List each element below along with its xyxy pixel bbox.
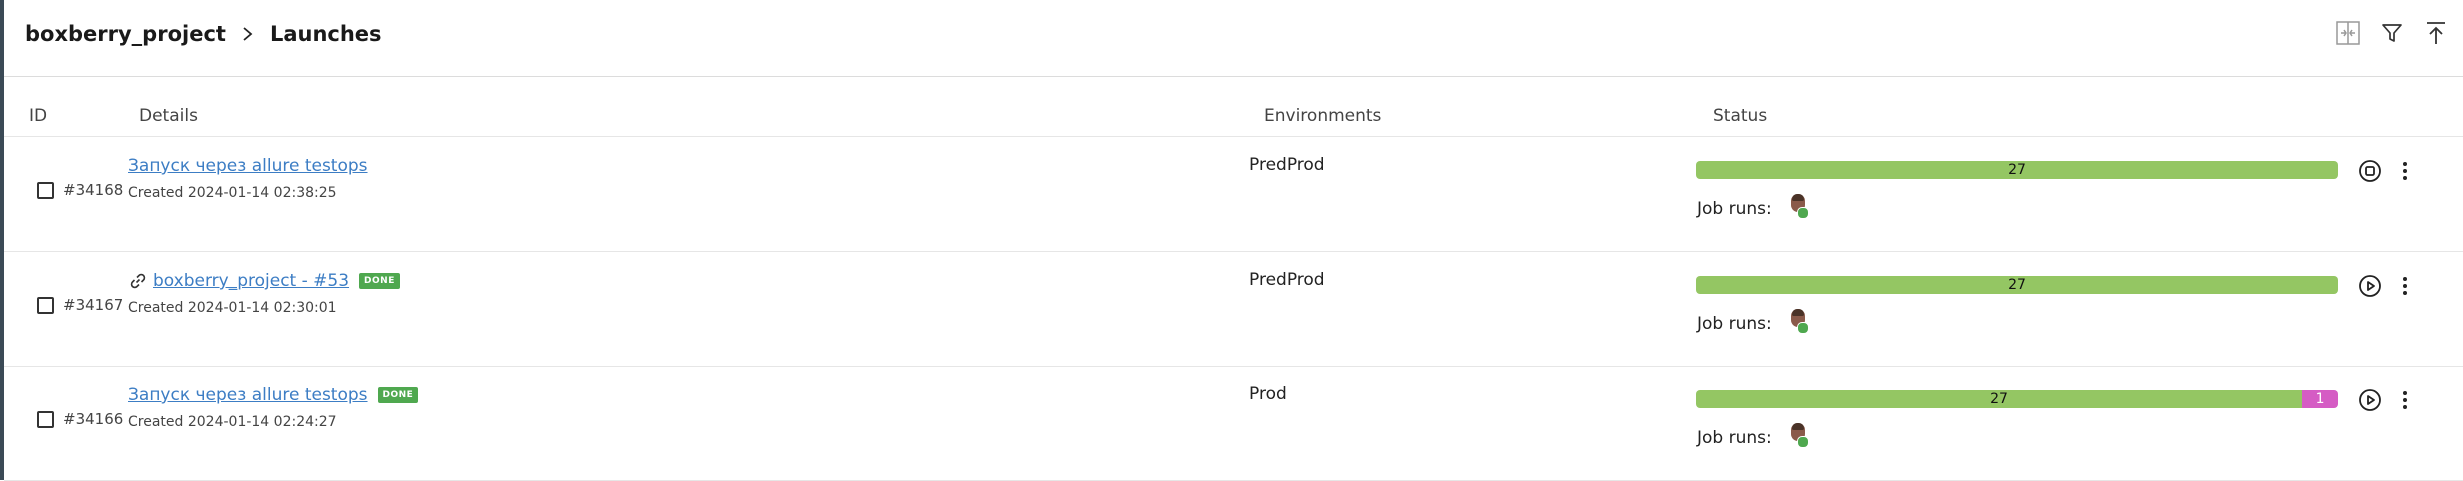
table-row[interactable]: #34166 Запуск через allure testops DONE … [4, 366, 2463, 481]
launch-environment: Prod [1249, 384, 1287, 404]
breadcrumb: boxberry_project Launches [25, 22, 382, 46]
chevron-right-icon [243, 27, 253, 41]
launch-id: #34167 [63, 296, 124, 314]
breadcrumb-project[interactable]: boxberry_project [25, 22, 226, 46]
status-bar[interactable]: 27 1 [1696, 390, 2338, 408]
row-checkbox[interactable] [37, 182, 54, 199]
collapse-up-icon [2427, 22, 2445, 44]
launch-name-link[interactable]: boxberry_project - #53 [153, 271, 349, 291]
play-icon [2359, 389, 2381, 411]
launch-title-line: Запуск через allure testops DONE [128, 385, 419, 405]
job-runs-label: Job runs: [1697, 199, 1772, 219]
passed-segment: 27 [1696, 390, 2303, 408]
passed-segment: 27 [1696, 276, 2338, 294]
passed-segment: 27 [1696, 161, 2338, 179]
job-runs-label: Job runs: [1697, 428, 1772, 448]
play-icon [2359, 275, 2381, 297]
launch-created: Created 2024-01-14 02:38:25 [128, 185, 337, 201]
status-badge: DONE [377, 387, 419, 403]
filter-button[interactable] [2375, 16, 2409, 50]
header-actions [2331, 16, 2463, 50]
more-vertical-icon [2403, 391, 2407, 409]
compare-button[interactable] [2331, 16, 2365, 50]
launch-created: Created 2024-01-14 02:24:27 [128, 414, 337, 430]
launch-title-line: boxberry_project - #53 DONE [128, 271, 400, 291]
stop-icon [2359, 160, 2381, 182]
row-checkbox[interactable] [37, 297, 54, 314]
rerun-launch-button[interactable] [2358, 388, 2382, 412]
breadcrumb-current: Launches [269, 22, 382, 46]
more-vertical-icon [2403, 162, 2407, 180]
job-runs-label: Job runs: [1697, 314, 1772, 334]
launch-environment: PredProd [1249, 155, 1325, 175]
launch-id: #34168 [63, 181, 124, 199]
compare-icon [2336, 21, 2360, 45]
status-bar[interactable]: 27 [1696, 276, 2338, 294]
column-header-status[interactable]: Status [1713, 106, 1767, 126]
link-icon [130, 273, 146, 289]
avatar[interactable] [1789, 423, 1809, 448]
column-header-environments[interactable]: Environments [1264, 106, 1381, 126]
more-options-button[interactable] [2397, 388, 2413, 412]
avatar[interactable] [1789, 194, 1809, 219]
stop-launch-button[interactable] [2358, 159, 2382, 183]
row-checkbox[interactable] [37, 411, 54, 428]
failed-segment: 1 [2302, 390, 2338, 408]
launch-name-link[interactable]: Запуск через allure testops [128, 156, 368, 176]
avatar[interactable] [1789, 309, 1809, 334]
launch-environment: PredProd [1249, 270, 1325, 290]
column-header-details[interactable]: Details [139, 106, 198, 126]
collapse-up-button[interactable] [2419, 16, 2453, 50]
launch-created: Created 2024-01-14 02:30:01 [128, 300, 337, 316]
rerun-launch-button[interactable] [2358, 274, 2382, 298]
table-row[interactable]: #34168 Запуск через allure testops Creat… [4, 137, 2463, 252]
page-header: boxberry_project Launches [4, 0, 2463, 77]
more-options-button[interactable] [2397, 159, 2413, 183]
status-bar[interactable]: 27 [1696, 161, 2338, 179]
status-dot [1797, 322, 1809, 334]
status-dot [1797, 207, 1809, 219]
table-row[interactable]: #34167 boxberry_project - #53 DONE Creat… [4, 252, 2463, 367]
launch-id: #34166 [63, 410, 124, 428]
filter-icon [2382, 24, 2402, 42]
status-badge: DONE [359, 273, 400, 289]
more-vertical-icon [2403, 277, 2407, 295]
more-options-button[interactable] [2397, 274, 2413, 298]
column-header-id[interactable]: ID [29, 106, 47, 126]
launch-title-line: Запуск через allure testops [128, 156, 368, 176]
launch-name-link[interactable]: Запуск через allure testops [128, 385, 368, 405]
status-dot [1797, 436, 1809, 448]
